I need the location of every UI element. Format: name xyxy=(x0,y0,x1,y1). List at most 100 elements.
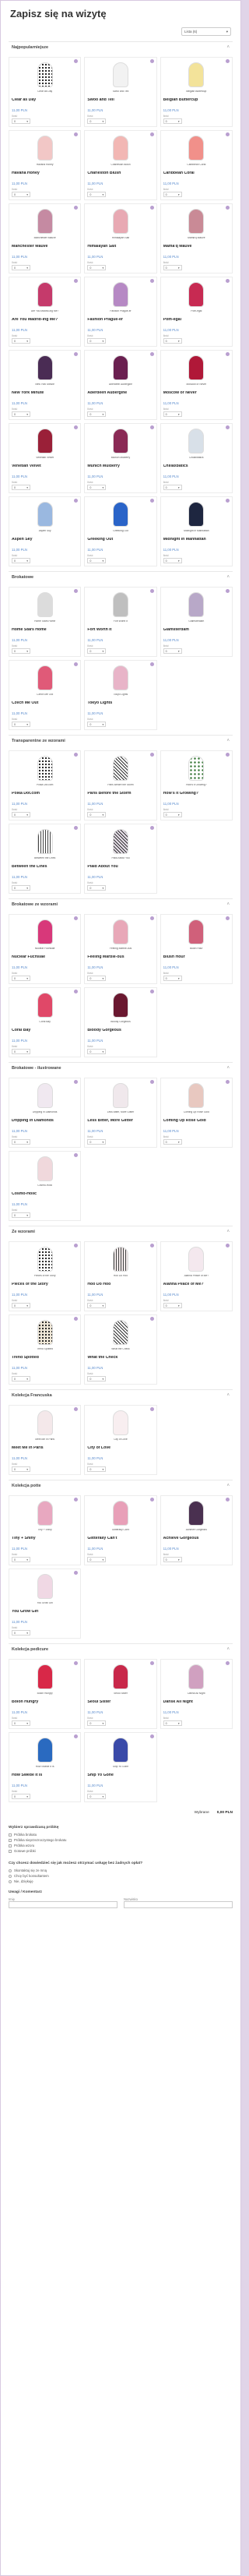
quantity-select[interactable]: 0 ▾ xyxy=(12,265,30,270)
product-card[interactable]: Paris Before the Storm Paris Before the S… xyxy=(84,750,157,820)
product-card[interactable]: Glitterally Can't Glitterally Can't 11,00 … xyxy=(84,1495,157,1565)
product-card[interactable]: Pom-egal Pom-egal 11,00 PLN Ilość 0 ▾ xyxy=(160,277,233,347)
product-card[interactable]: Fashion Prague-er Fashion Prague-er 11,00 … xyxy=(84,277,157,347)
quantity-select[interactable]: 0 ▾ xyxy=(12,648,30,654)
product-card[interactable]: Aberdeen Aubergine Aberdeen Aubergine 11,0… xyxy=(84,350,157,420)
consultant-option[interactable]: Nie, dziękuję xyxy=(9,1879,233,1884)
product-card[interactable]: Dansk All Night Dansk All Night 11,00 PLN I… xyxy=(160,1659,233,1729)
quantity-select[interactable]: 0 ▾ xyxy=(163,558,182,563)
product-card[interactable]: Swoo and Tell Swoo and Tell 11,00 PLN Ilość… xyxy=(84,57,157,127)
quantity-select[interactable]: 0 ▾ xyxy=(87,885,107,891)
quantity-select[interactable]: 0 ▾ xyxy=(163,265,182,270)
last-name-field[interactable] xyxy=(124,1901,233,1908)
product-card[interactable]: Nuclear Fuchsiae Nuclear Fuchsiae 11,00 PL… xyxy=(9,914,82,984)
radio[interactable] xyxy=(9,1879,12,1883)
product-card[interactable]: Feeling Marble-ous Feeling Marble-ous 11,0… xyxy=(84,914,157,984)
quantity-select[interactable]: 0 ▾ xyxy=(12,1139,30,1145)
product-card[interactable]: How Swede It Is How Swede It Is 11,00 PLN I… xyxy=(9,1732,82,1802)
consultant-option[interactable]: Chcę być konsultantem xyxy=(9,1873,233,1879)
product-card[interactable]: What the Check What the Check 11,00 PLN Ilo… xyxy=(84,1314,157,1385)
quantity-select[interactable]: 0 ▾ xyxy=(12,1794,30,1799)
section-header[interactable]: Najpopularniejsze ˄ xyxy=(9,41,233,52)
quantity-select[interactable]: 0 ▾ xyxy=(163,976,182,981)
product-card[interactable]: Moscow or Never Moscow or Never 11,00 PLN I… xyxy=(160,350,233,420)
section-header[interactable]: Brokatowe ze wzorami ˄ xyxy=(9,898,233,909)
product-card[interactable]: Bolon Hungry Bolon Hungry 11,00 PLN Ilość 0 ▾ xyxy=(9,1659,82,1729)
product-card[interactable]: Ship Yo Gone Ship Yo Gone 11,00 PLN Ilość 0 ▾ xyxy=(84,1732,157,1802)
product-card[interactable]: Clear as Day Clear as Day 11,00 PLN Ilość 0 ▾ xyxy=(9,57,82,127)
quantity-select[interactable]: 0 ▾ xyxy=(87,976,107,981)
quantity-select[interactable]: 0 ▾ xyxy=(163,1557,182,1562)
quantity-select[interactable]: 0 ▾ xyxy=(87,1557,107,1562)
quantity-select[interactable]: 0 ▾ xyxy=(12,1049,30,1054)
product-card[interactable]: Alanna Peace of Me? Alanna Peace of Me? 11… xyxy=(160,1241,233,1311)
product-card[interactable]: Polka Dot.com Polka Dot.com 11,00 PLN Ilość… xyxy=(9,750,82,820)
product-card[interactable]: Dripping in Diamonds Dripping in Diamonds… xyxy=(9,1078,82,1148)
product-card[interactable]: Mama'q Mauve Mama'q Mauve 11,00 PLN Ilość 0 ▾ xyxy=(160,203,233,273)
quantity-select[interactable]: 0 ▾ xyxy=(163,1720,182,1726)
quantity-select[interactable]: 0 ▾ xyxy=(87,1303,107,1308)
quantity-select[interactable]: 0 ▾ xyxy=(87,1376,107,1382)
product-card[interactable]: Cosmo-Holic Cosmo-Holic 11,00 PLN Ilość 0 ▾ xyxy=(9,1151,82,1221)
checkbox[interactable] xyxy=(9,1838,12,1842)
product-card[interactable]: Belgian Buttercup Belgian Buttercup 11,00 … xyxy=(160,57,233,127)
product-card[interactable]: Are You Madrid-ing Me? Are You Madrid-ing… xyxy=(9,277,82,347)
section-header[interactable]: Transparentne ze wzorami ˄ xyxy=(9,735,233,746)
consultant-option[interactable]: Skontaktuj się ze mną xyxy=(9,1868,233,1873)
quantity-select[interactable]: 0 ▾ xyxy=(87,411,107,417)
quantity-select[interactable]: 0 ▾ xyxy=(12,1720,30,1726)
quantity-select[interactable]: 0 ▾ xyxy=(163,338,182,344)
quantity-select[interactable]: 0 ▾ xyxy=(87,648,107,654)
product-card[interactable]: Glamsterdam Glamsterdam 11,00 PLN Ilość 0 ▾ xyxy=(160,587,233,657)
checkbox[interactable] xyxy=(9,1849,12,1853)
product-card[interactable]: New York Minute New York Minute 11,00 PLN I… xyxy=(9,350,82,420)
quantity-select[interactable]: 0 ▾ xyxy=(12,118,30,124)
product-card[interactable]: Aspen Sky Aspen Sky 11,00 PLN Ilość 0 ▾ xyxy=(9,496,82,566)
product-card[interactable]: Home Stars Home Home Stars Home 11,00 PLN I… xyxy=(9,587,82,657)
quantity-select[interactable]: 0 ▾ xyxy=(12,192,30,197)
product-card[interactable]: Between the Lines Between the Lines 11,00 … xyxy=(9,824,82,894)
product-card[interactable]: You Grow Girl You Grow Girl 11,00 PLN Ilość… xyxy=(9,1569,82,1639)
quantity-select[interactable]: 0 ▾ xyxy=(12,976,30,981)
quantity-select[interactable]: 0 ▾ xyxy=(87,1466,107,1472)
product-card[interactable]: Himalayan Salt Himalayan Salt 11,00 PLN Ilo… xyxy=(84,203,157,273)
quantity-select[interactable]: 0 ▾ xyxy=(163,118,182,124)
product-card[interactable]: Fort Worth It Fort Worth It 11,00 PLN Ilość… xyxy=(84,587,157,657)
product-card[interactable]: Manchester Mauve Manchester Mauve 11,00 PL… xyxy=(9,203,82,273)
quantity-select[interactable]: 0 ▾ xyxy=(87,1049,107,1054)
product-card[interactable]: Havana Honey Havana Honey 11,00 PLN Ilość 0 ▾ xyxy=(9,130,82,200)
product-card[interactable]: Charleston Blush Charleston Blush 11,00 PL… xyxy=(84,130,157,200)
section-header[interactable]: Brokatowe - ilustrowane ˄ xyxy=(9,1062,233,1073)
product-card[interactable]: Bloody Gorgeous Bloody Gorgeous 11,00 PLN I… xyxy=(84,987,157,1057)
quantity-select[interactable]: 0 ▾ xyxy=(163,485,182,490)
quantity-select[interactable]: 0 ▾ xyxy=(12,1466,30,1472)
sample-option[interactable]: Próbka wzoru xyxy=(9,1843,233,1848)
quantity-select[interactable]: 0 ▾ xyxy=(163,1139,182,1145)
quantity-select[interactable]: 0 ▾ xyxy=(12,558,30,563)
product-card[interactable]: Munich Mulberry Munich Mulberry 11,00 PLN I… xyxy=(84,423,157,493)
sample-option[interactable]: Próbka brokatu xyxy=(9,1832,233,1837)
quantity-select[interactable]: 0 ▾ xyxy=(163,648,182,654)
section-header[interactable]: Kolekcja Francuska ˄ xyxy=(9,1389,233,1400)
product-card[interactable]: Plaid About You Plaid About You 11,00 PLN I… xyxy=(84,824,157,894)
product-card[interactable]: Tiny + Shiny Tiny + Shiny 11,00 PLN Ilość 0 ▾ xyxy=(9,1495,82,1565)
product-card[interactable]: Venetian Velvet Venetian Velvet 11,00 PLN I… xyxy=(9,423,82,493)
sample-option[interactable]: Próbka nieprzezroczystego brokatu xyxy=(9,1837,233,1843)
radio[interactable] xyxy=(9,1874,12,1878)
product-card[interactable]: Chillaxbatics Chillaxbatics 11,00 PLN Ilość… xyxy=(160,423,233,493)
product-card[interactable]: Midnight in Manhattan Midnight in Manhatt… xyxy=(160,496,233,566)
quantity-select[interactable]: 0 ▾ xyxy=(87,722,107,727)
section-header[interactable]: Kolekcja potte ˄ xyxy=(9,1480,233,1491)
quantity-select[interactable]: 0 ▾ xyxy=(87,1720,107,1726)
product-card[interactable]: Coming Up Rose Gold Coming Up Rose Gold 11… xyxy=(160,1078,233,1148)
product-card[interactable]: Caribbean Coral Caribbean Coral 11,00 PLN I… xyxy=(160,130,233,200)
quantity-select[interactable]: 0 ▾ xyxy=(12,411,30,417)
quantity-select[interactable]: 0 ▾ xyxy=(87,338,107,344)
product-card[interactable]: Less Bitter, More Glitter Less Bitter, Mo… xyxy=(84,1078,157,1148)
quantity-select[interactable]: 0 ▾ xyxy=(87,265,107,270)
quantity-select[interactable]: 0 ▾ xyxy=(163,812,182,817)
product-card[interactable]: Greeking Out Greeking Out 11,00 PLN Ilość 0 ▾ xyxy=(84,496,157,566)
quantity-select[interactable]: 0 ▾ xyxy=(12,1303,30,1308)
section-header[interactable]: Ze wzorami ˄ xyxy=(9,1226,233,1237)
quantity-select[interactable]: 0 ▾ xyxy=(163,1303,182,1308)
